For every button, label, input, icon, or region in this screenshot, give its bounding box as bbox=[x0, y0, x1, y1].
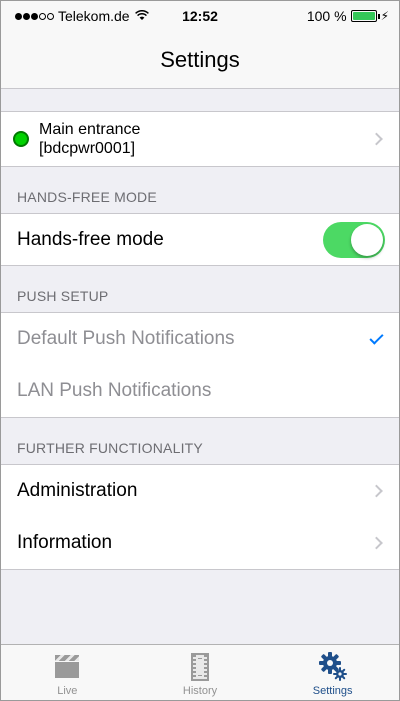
section-header-further: FURTHER FUNCTIONALITY bbox=[17, 440, 203, 456]
status-right: 100 % ⚡ bbox=[307, 8, 389, 24]
lan-push-label: LAN Push Notifications bbox=[17, 380, 212, 401]
tab-label-live: Live bbox=[57, 685, 78, 697]
tab-settings[interactable]: Settings bbox=[266, 645, 399, 700]
administration-row[interactable]: Administration bbox=[1, 464, 399, 518]
hands-free-row: Hands-free mode bbox=[1, 213, 399, 266]
gears-icon bbox=[318, 651, 348, 681]
tab-label-settings: Settings bbox=[312, 685, 353, 697]
tab-live[interactable]: Live bbox=[1, 645, 134, 700]
online-status-icon bbox=[13, 131, 29, 147]
device-row-main-entrance[interactable]: Main entrance [bdcpwr0001] bbox=[1, 111, 399, 167]
battery-percent: 100 % bbox=[306, 8, 347, 24]
battery-icon bbox=[350, 10, 380, 22]
tab-bar: Live History Settings bbox=[1, 644, 399, 700]
default-push-label: Default Push Notifications bbox=[17, 328, 235, 349]
phone-screen: Telekom.de 12:52 100 % ⚡ Settings Main e… bbox=[0, 0, 400, 701]
hands-free-toggle[interactable] bbox=[323, 221, 385, 258]
section-header-push-setup: PUSH SETUP bbox=[17, 288, 109, 304]
film-icon bbox=[185, 651, 215, 681]
administration-label: Administration bbox=[17, 480, 138, 501]
default-push-row[interactable]: Default Push Notifications bbox=[1, 312, 399, 366]
section-header-hands-free: HANDS-FREE MODE bbox=[17, 189, 157, 205]
settings-list: Main entrance [bdcpwr0001] HANDS-FREE MO… bbox=[1, 89, 399, 570]
charging-icon: ⚡ bbox=[380, 9, 389, 23]
tab-history[interactable]: History bbox=[134, 645, 267, 700]
device-id: [bdcpwr0001] bbox=[39, 140, 136, 157]
navigation-bar: Settings bbox=[1, 31, 399, 89]
device-name: Main entrance bbox=[39, 121, 141, 138]
information-row[interactable]: Information bbox=[1, 517, 399, 570]
clapperboard-icon bbox=[52, 651, 82, 681]
page-title: Settings bbox=[160, 46, 240, 72]
device-info: Main entrance [bdcpwr0001] bbox=[1, 120, 399, 158]
toggle-knob bbox=[351, 223, 383, 256]
tab-label-history: History bbox=[182, 685, 218, 697]
status-bar: Telekom.de 12:52 100 % ⚡ bbox=[1, 1, 399, 31]
lan-push-row[interactable]: LAN Push Notifications bbox=[1, 365, 399, 418]
information-label: Information bbox=[17, 532, 113, 553]
